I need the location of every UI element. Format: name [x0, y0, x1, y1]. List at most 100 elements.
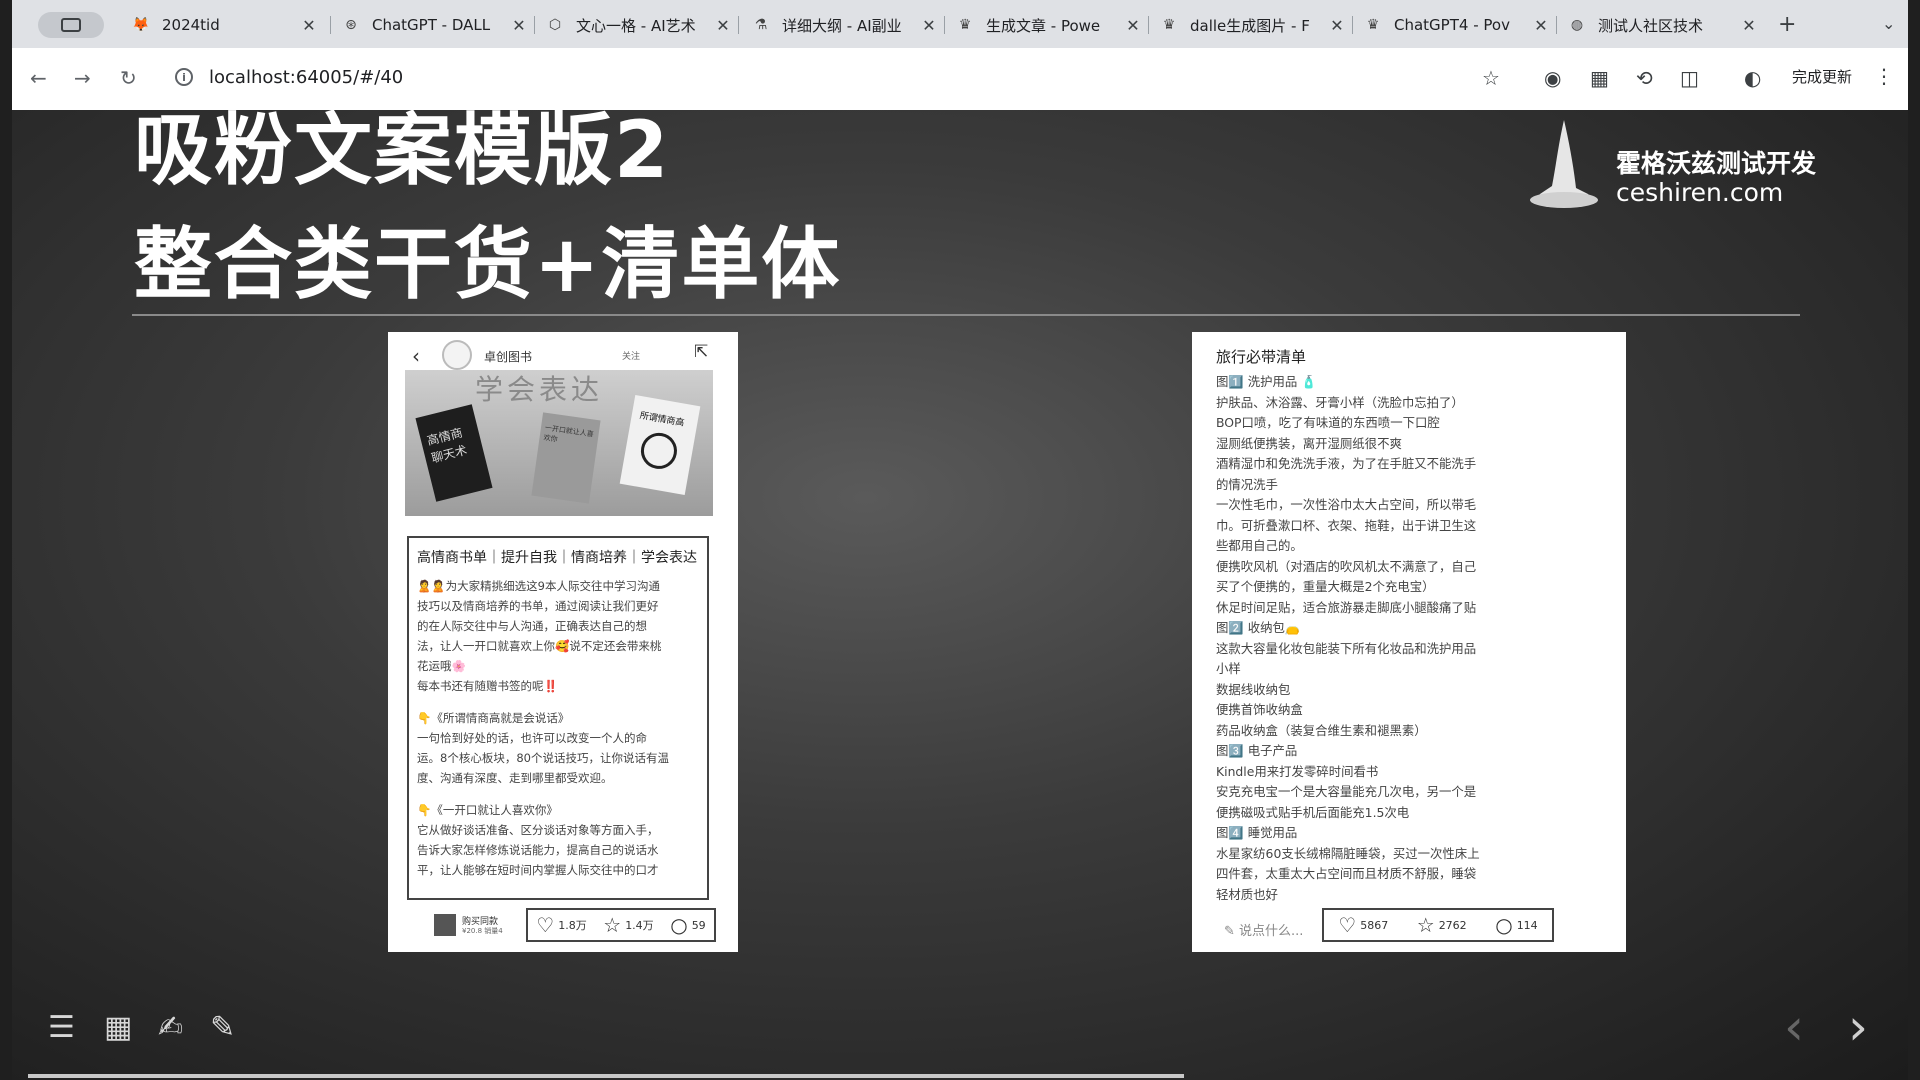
extension-grid-icon[interactable]: ▦ — [1590, 66, 1609, 90]
tab-chatgpt4[interactable]: ♛ ChatGPT4 - Pov ✕ — [1364, 10, 1550, 40]
star-icon: ☆ — [603, 913, 622, 937]
post-line: 度、沟通有深度、走到哪里都受欢迎。 — [417, 771, 613, 785]
extension-eye-icon[interactable]: ◉ — [1544, 66, 1561, 90]
brand-logo: 霍格沃兹测试开发 ceshiren.com — [1522, 116, 1842, 216]
close-icon[interactable]: ✕ — [1532, 16, 1550, 35]
post-line: 法，让人一开口就喜欢上你🥰说不定还会带来桃 — [417, 639, 662, 653]
list-line: 四件套，太重太大占空间而且材质不舒服，睡袋 — [1216, 866, 1477, 881]
like-count: 5867 — [1360, 918, 1389, 932]
close-icon[interactable]: ✕ — [714, 16, 732, 35]
tab-title: ChatGPT4 - Pov — [1394, 16, 1510, 34]
more-menu-icon[interactable]: ⋮ — [1874, 64, 1894, 88]
tab-separator — [1556, 16, 1557, 34]
reload-icon[interactable]: ↻ — [120, 66, 137, 90]
engagement-stats: ♡ 5867 ☆ 2762 ○ 114 — [1322, 908, 1554, 942]
close-icon[interactable]: ✕ — [920, 16, 938, 35]
tab-chatgpt-dall[interactable]: ⊛ ChatGPT - DALL ✕ — [342, 10, 528, 40]
browser-window: 🦊 2024tid ✕ ⊛ ChatGPT - DALL ✕ ⬡ 文心一格 - … — [12, 0, 1908, 110]
close-icon[interactable]: ✕ — [510, 16, 528, 35]
forward-arrow-icon[interactable]: → — [74, 66, 91, 90]
close-icon[interactable]: ✕ — [300, 16, 318, 35]
new-tab-button[interactable]: + — [1778, 12, 1796, 37]
post-body: 旅行必带清单 图1️⃣ 洗护用品 🧴 护肤品、沐浴露、牙膏小样（洗脸巾忘拍了） BO… — [1216, 344, 1606, 905]
tab-list-chevron-icon[interactable]: ⌄ — [1882, 14, 1895, 33]
grid-icon[interactable]: ▦ — [104, 1010, 132, 1045]
pen-icon[interactable]: ✎ — [210, 1010, 235, 1045]
xiaohongshu-post-card-travel: 旅行必带清单 图1️⃣ 洗护用品 🧴 护肤品、沐浴露、牙膏小样（洗脸巾忘拍了） BO… — [1192, 332, 1626, 952]
like-button[interactable]: ♡ 5867 — [1338, 913, 1388, 937]
slide-progress-bar — [28, 1074, 1184, 1078]
close-icon[interactable]: ✕ — [1124, 16, 1142, 35]
list-line: 便携吹风机（对酒店的吹风机太不满意了，自己 — [1216, 558, 1477, 574]
title-divider — [132, 314, 1800, 316]
menu-icon[interactable]: ☰ — [48, 1010, 75, 1045]
comment-icon: ○ — [1495, 913, 1513, 937]
tab-ceshiren[interactable]: ◍ 测试人社区技术 ✕ — [1568, 10, 1758, 40]
extensions-puzzle-icon[interactable]: ◫ — [1680, 66, 1699, 90]
notes-icon[interactable]: ✍ — [158, 1010, 183, 1045]
back-chevron-icon[interactable]: ‹ — [412, 344, 420, 368]
list-line: 图2️⃣ 收纳包👝 — [1216, 620, 1301, 635]
post-line: 花运哦🌸 — [417, 659, 466, 673]
buy-same-button[interactable]: 购买同款 ¥20.8 销量4 — [434, 914, 514, 942]
post-line: 一句恰到好处的话，也许可以改变一个人的命 — [417, 731, 647, 745]
collect-button[interactable]: ☆ 1.4万 — [603, 913, 653, 937]
comment-icon: ○ — [670, 913, 688, 937]
post-footer: ✎ 说点什么... ♡ 5867 ☆ 2762 ○ 114 — [1192, 904, 1626, 950]
collect-count: 2762 — [1438, 918, 1467, 932]
tab-strip: 🦊 2024tid ✕ ⊛ ChatGPT - DALL ✕ ⬡ 文心一格 - … — [12, 0, 1908, 48]
gitlab-icon: 🦊 — [132, 17, 150, 33]
tab-title: 详细大纲 - AI副业 — [782, 16, 902, 35]
next-slide-icon[interactable]: › — [1848, 998, 1868, 1056]
tab-outline[interactable]: ⚗ 详细大纲 - AI副业 ✕ — [752, 10, 938, 40]
list-line: 便携首饰收纳盒 — [1216, 702, 1303, 717]
follow-button[interactable]: 关注 — [622, 349, 640, 362]
tab-dalle[interactable]: ♛ dalle生成图片 - F ✕ — [1160, 10, 1346, 40]
tab-wenxin[interactable]: ⬡ 文心一格 - AI艺术 ✕ — [546, 10, 732, 40]
back-arrow-icon[interactable]: ← — [30, 66, 47, 90]
post-line: 平，让人能够在短时间内掌握人际交往中的口才 — [417, 863, 659, 877]
slide-title-line2: 整合类干货+清单体 — [134, 220, 842, 310]
prev-slide-icon[interactable]: ‹ — [1784, 998, 1804, 1056]
bookmark-star-icon[interactable]: ☆ — [1482, 66, 1500, 90]
slide-title-line1: 吸粉文案模版2 — [134, 110, 671, 196]
profile-avatar-icon[interactable]: ◐ — [1744, 66, 1761, 90]
presentation-slide: 吸粉文案模版2 整合类干货+清单体 霍格沃兹测试开发 ceshiren.com … — [12, 110, 1908, 1080]
site-info-icon[interactable]: i — [175, 68, 193, 86]
tab-title: 文心一格 - AI艺术 — [576, 16, 696, 35]
comment-input[interactable]: ✎ 说点什么... — [1224, 920, 1303, 939]
post-footer: 购买同款 ¥20.8 销量4 ♡ 1.8万 ☆ 1.4万 ○ 59 — [388, 904, 738, 950]
list-line: 休足时间足贴，适合旅游暴走脚底小腿酸痛了贴 — [1216, 599, 1477, 615]
post-line: 的在人际交往中与人沟通，正确表达自己的想 — [417, 619, 647, 633]
collect-count: 1.4万 — [625, 919, 654, 932]
post-spacer — [417, 696, 699, 708]
like-button[interactable]: ♡ 1.8万 — [536, 913, 586, 937]
buy-price: ¥20.8 销量4 — [462, 927, 503, 935]
address-bar[interactable]: localhost:64005/#/40 — [209, 67, 403, 88]
tab-search-button[interactable] — [38, 12, 104, 38]
extension-capture-icon[interactable]: ⟲ — [1636, 66, 1653, 90]
share-icon[interactable]: ⇱ — [694, 342, 708, 362]
list-line: 些都用自己的。 — [1216, 538, 1303, 553]
close-icon[interactable]: ✕ — [1740, 16, 1758, 35]
heart-icon: ♡ — [1338, 913, 1357, 937]
list-line: 一次性毛巾，一次性浴巾太大占空间，所以带毛 — [1216, 497, 1477, 512]
update-button[interactable]: 完成更新 — [1792, 66, 1852, 87]
tab-generate-article[interactable]: ♛ 生成文章 - Powe ✕ — [956, 10, 1142, 40]
brand-name: 霍格沃兹测试开发 — [1616, 149, 1817, 178]
book-cover-emblem — [638, 430, 680, 472]
tab-title: 测试人社区技术 — [1598, 16, 1704, 35]
tab-separator — [944, 16, 945, 34]
crown-icon: ♛ — [958, 17, 972, 33]
comment-button[interactable]: ○ 114 — [1495, 913, 1537, 937]
tab-separator — [534, 16, 535, 34]
tab-search-icon — [61, 18, 81, 32]
xiaohongshu-post-card-books: ‹ 卓创图书 关注 ⇱ 学会表达 高情商聊天术 一开口就让人喜欢你 所谓情商高 … — [388, 332, 738, 952]
list-line: 图1️⃣ 洗护用品 🧴 — [1216, 374, 1317, 389]
tab-2024tid[interactable]: 🦊 2024tid ✕ — [132, 10, 318, 40]
list-line: Kindle用来打发零碎时间看书 — [1216, 763, 1379, 779]
comment-button[interactable]: ○ 59 — [670, 913, 705, 937]
collect-button[interactable]: ☆ 2762 — [1417, 913, 1467, 937]
close-icon[interactable]: ✕ — [1328, 16, 1346, 35]
globe-icon: ◍ — [1570, 17, 1584, 33]
